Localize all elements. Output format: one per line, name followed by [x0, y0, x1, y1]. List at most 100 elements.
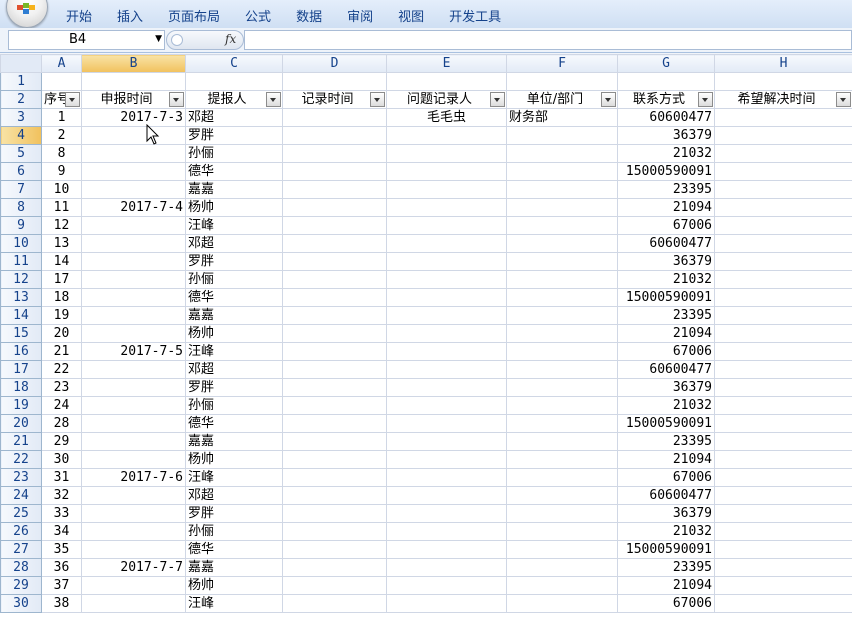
cell-date[interactable]: [81, 594, 186, 613]
cell-recorder[interactable]: [386, 396, 507, 415]
row-header[interactable]: 10: [0, 234, 42, 253]
cell-name[interactable]: 汪峰: [185, 342, 283, 361]
cell-seq[interactable]: 34: [41, 522, 82, 541]
cell-seq[interactable]: 24: [41, 396, 82, 415]
cell-expected-time[interactable]: [714, 180, 852, 199]
filter-dropdown-icon[interactable]: [266, 92, 281, 107]
column-header-e[interactable]: E: [386, 54, 507, 73]
cell-dept[interactable]: [506, 486, 618, 505]
cell-recorder[interactable]: [386, 450, 507, 469]
cell-phone[interactable]: 15000590091: [617, 162, 715, 181]
cell-dept[interactable]: [506, 522, 618, 541]
cell-date[interactable]: [81, 234, 186, 253]
cell-recorder[interactable]: [386, 558, 507, 577]
cell-date[interactable]: 2017-7-3: [81, 108, 186, 127]
cell-record-time[interactable]: [282, 468, 387, 487]
cell-expected-time[interactable]: [714, 216, 852, 235]
cell-seq[interactable]: 33: [41, 504, 82, 523]
cell-record-time[interactable]: [282, 576, 387, 595]
ribbon-tab[interactable]: 视图: [398, 6, 424, 25]
row-header[interactable]: 21: [0, 432, 42, 451]
ribbon-tab[interactable]: 公式: [245, 6, 271, 25]
cell-name[interactable]: 嘉嘉: [185, 432, 283, 451]
cell-dept[interactable]: [506, 414, 618, 433]
cell-record-time[interactable]: [282, 414, 387, 433]
cell-recorder[interactable]: [386, 486, 507, 505]
cell-recorder[interactable]: [386, 432, 507, 451]
cell-record-time[interactable]: [282, 180, 387, 199]
cell-seq[interactable]: 10: [41, 180, 82, 199]
select-all-corner[interactable]: [0, 54, 42, 73]
cell-seq[interactable]: 20: [41, 324, 82, 343]
cell-phone[interactable]: 21032: [617, 396, 715, 415]
cell-seq[interactable]: 32: [41, 486, 82, 505]
row-header[interactable]: 13: [0, 288, 42, 307]
row-header[interactable]: 14: [0, 306, 42, 325]
cell-record-time[interactable]: [282, 342, 387, 361]
cell-date[interactable]: [81, 378, 186, 397]
cell-date[interactable]: [81, 216, 186, 235]
cell-name[interactable]: 汪峰: [185, 468, 283, 487]
cell-dept[interactable]: [506, 324, 618, 343]
header-cell[interactable]: 联系方式: [617, 90, 715, 109]
cell-seq[interactable]: 37: [41, 576, 82, 595]
cell-expected-time[interactable]: [714, 198, 852, 217]
office-button[interactable]: [6, 0, 48, 28]
cell-record-time[interactable]: [282, 522, 387, 541]
cell-recorder[interactable]: [386, 270, 507, 289]
cell-record-time[interactable]: [282, 252, 387, 271]
row-header[interactable]: 17: [0, 360, 42, 379]
row-header[interactable]: 4: [0, 126, 42, 145]
row-header[interactable]: 15: [0, 324, 42, 343]
filter-dropdown-icon[interactable]: [698, 92, 713, 107]
row-header[interactable]: 25: [0, 504, 42, 523]
filter-dropdown-icon[interactable]: [601, 92, 616, 107]
cell-phone[interactable]: 36379: [617, 378, 715, 397]
cell-phone[interactable]: 23395: [617, 558, 715, 577]
cell-phone[interactable]: 15000590091: [617, 540, 715, 559]
cell[interactable]: [41, 72, 82, 91]
cell-date[interactable]: [81, 288, 186, 307]
filter-dropdown-icon[interactable]: [490, 92, 505, 107]
cell-recorder[interactable]: [386, 126, 507, 145]
cell-phone[interactable]: 36379: [617, 504, 715, 523]
cell-record-time[interactable]: [282, 270, 387, 289]
cell[interactable]: [386, 72, 507, 91]
cell-expected-time[interactable]: [714, 234, 852, 253]
cell-recorder[interactable]: [386, 360, 507, 379]
cell-expected-time[interactable]: [714, 522, 852, 541]
cell-seq[interactable]: 38: [41, 594, 82, 613]
cell-phone[interactable]: 36379: [617, 252, 715, 271]
cell-phone[interactable]: 21094: [617, 576, 715, 595]
cell-name[interactable]: 德华: [185, 540, 283, 559]
cell-name[interactable]: 杨帅: [185, 198, 283, 217]
cell-phone[interactable]: 15000590091: [617, 414, 715, 433]
cell-expected-time[interactable]: [714, 504, 852, 523]
cell-name[interactable]: 嘉嘉: [185, 306, 283, 325]
cell-expected-time[interactable]: [714, 594, 852, 613]
cell-phone[interactable]: 21094: [617, 198, 715, 217]
cell-recorder[interactable]: [386, 216, 507, 235]
row-header[interactable]: 3: [0, 108, 42, 127]
column-header-g[interactable]: G: [617, 54, 715, 73]
cell-seq[interactable]: 35: [41, 540, 82, 559]
header-cell[interactable]: 序号: [41, 90, 82, 109]
cell-phone[interactable]: 23395: [617, 180, 715, 199]
cell-recorder[interactable]: [386, 162, 507, 181]
cell-seq[interactable]: 29: [41, 432, 82, 451]
insert-function-button[interactable]: fx: [225, 32, 236, 46]
row-header[interactable]: 11: [0, 252, 42, 271]
resize-handle-icon[interactable]: [171, 34, 183, 46]
name-box[interactable]: B4 ▼: [8, 30, 165, 50]
cell-dept[interactable]: [506, 396, 618, 415]
cell-name[interactable]: 罗胖: [185, 126, 283, 145]
cell-date[interactable]: [81, 306, 186, 325]
cell-name[interactable]: 汪峰: [185, 216, 283, 235]
row-header[interactable]: 22: [0, 450, 42, 469]
cell-dept[interactable]: [506, 594, 618, 613]
cell-dept[interactable]: [506, 126, 618, 145]
cell-dept[interactable]: [506, 216, 618, 235]
cell-record-time[interactable]: [282, 396, 387, 415]
cell-phone[interactable]: 67006: [617, 594, 715, 613]
header-cell[interactable]: 单位/部门: [506, 90, 618, 109]
